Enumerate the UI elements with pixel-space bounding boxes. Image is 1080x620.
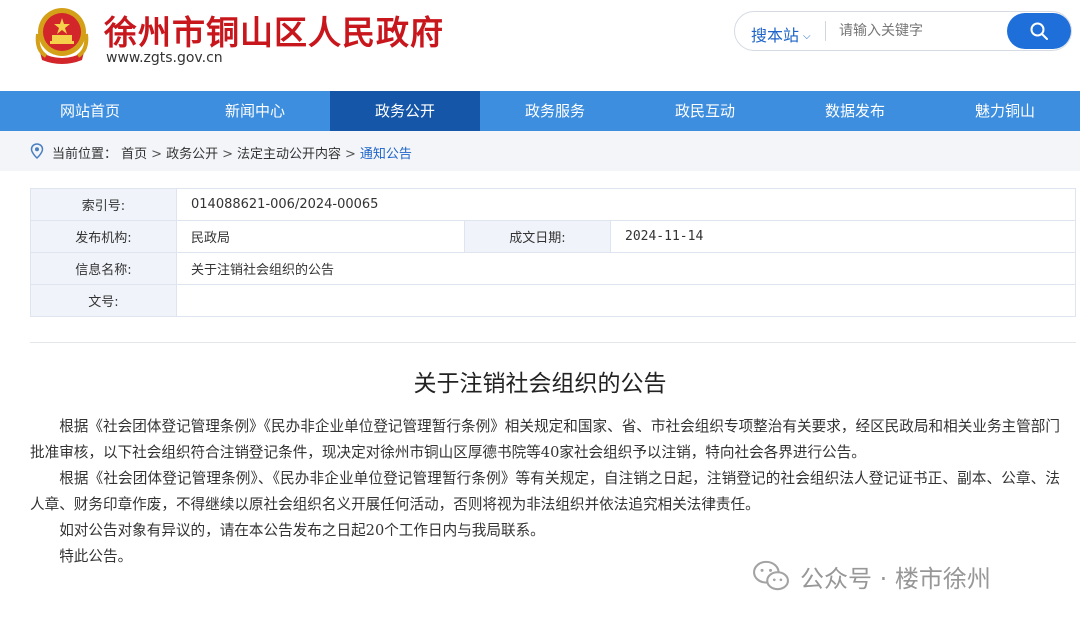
nav-item-government-affairs[interactable]: 政务公开	[330, 91, 480, 131]
divider	[30, 342, 1076, 343]
watermark-text: 公众号 · 楼市徐州	[800, 564, 991, 593]
nav-item-data[interactable]: 数据发布	[780, 91, 930, 131]
article-paragraph: 如对公告对象有异议的，请在本公告发布之日起20个工作日内与我局联系。	[59, 522, 545, 539]
docno-label: 文号:	[30, 284, 177, 317]
breadcrumb-home[interactable]: 首页	[121, 147, 147, 162]
breadcrumb-mandatory-disclosure[interactable]: 法定主动公开内容	[237, 147, 341, 162]
location-pin-icon	[30, 143, 44, 159]
table-row: 文号:	[30, 284, 1076, 317]
search-button[interactable]	[1007, 13, 1071, 49]
search-divider	[825, 21, 826, 41]
chevron-down-icon: ⌵	[803, 31, 811, 42]
index-value: 014088621-006/2024-00065	[176, 188, 1076, 221]
search-bar: 搜本站 ⌵	[734, 11, 1072, 51]
article-paragraph: 根据《社会团体登记管理条例》、《民办非企业单位登记管理暂行条例》等有关规定，自注…	[30, 470, 1060, 513]
search-scope-label: 搜本站	[751, 26, 800, 45]
title-value: 关于注销社会组织的公告	[176, 252, 1076, 285]
breadcrumb-separator: >	[345, 147, 356, 162]
site-url: www.zgts.gov.cn	[106, 50, 223, 66]
table-row: 索引号: 014088621-006/2024-00065	[30, 188, 1076, 221]
date-label: 成文日期:	[464, 220, 611, 253]
breadcrumb: 当前位置： 首页 > 政务公开 > 法定主动公开内容 > 通知公告	[0, 131, 1080, 171]
table-row: 发布机构: 民政局 成文日期: 2024-11-14	[30, 220, 1076, 253]
index-label: 索引号:	[30, 188, 177, 221]
nav-item-interaction[interactable]: 政民互动	[630, 91, 780, 131]
national-emblem-icon[interactable]	[32, 4, 92, 64]
document-meta-table: 索引号: 014088621-006/2024-00065 发布机构: 民政局 …	[30, 188, 1076, 317]
nav-item-services[interactable]: 政务服务	[480, 91, 630, 131]
publisher-value: 民政局	[176, 220, 465, 253]
watermark: 公众号 · 楼市徐州	[752, 558, 991, 594]
site-header: 徐州市铜山区人民政府 www.zgts.gov.cn 搜本站 ⌵	[0, 0, 1080, 91]
article-paragraph: 根据《社会团体登记管理条例》《民办非企业单位登记管理暂行条例》相关规定和国家、省…	[30, 418, 1060, 461]
article-title: 关于注销社会组织的公告	[413, 371, 667, 397]
search-input[interactable]	[839, 20, 999, 42]
breadcrumb-separator: >	[222, 147, 233, 162]
title-label: 信息名称:	[30, 252, 177, 285]
main-nav: 网站首页 新闻中心 政务公开 政务服务 政民互动 数据发布 魅力铜山	[0, 91, 1080, 131]
wechat-icon	[753, 560, 789, 591]
breadcrumb-notices[interactable]: 通知公告	[360, 147, 412, 162]
table-row: 信息名称: 关于注销社会组织的公告	[30, 252, 1076, 285]
publisher-label: 发布机构:	[30, 220, 177, 253]
docno-value	[176, 284, 1076, 317]
article-body: 根据《社会团体登记管理条例》《民办非企业单位登记管理暂行条例》相关规定和国家、省…	[30, 414, 1060, 570]
breadcrumb-separator: >	[151, 147, 163, 162]
nav-item-news[interactable]: 新闻中心	[180, 91, 330, 131]
nav-item-home[interactable]: 网站首页	[0, 91, 180, 131]
breadcrumb-government-affairs[interactable]: 政务公开	[166, 147, 218, 162]
date-value: 2024-11-14	[610, 220, 1076, 253]
search-icon	[1030, 22, 1048, 40]
breadcrumb-label: 当前位置：	[52, 147, 118, 162]
search-scope-dropdown[interactable]: 搜本站 ⌵	[751, 22, 811, 46]
site-title[interactable]: 徐州市铜山区人民政府	[104, 6, 444, 54]
nav-item-charm[interactable]: 魅力铜山	[930, 91, 1080, 131]
